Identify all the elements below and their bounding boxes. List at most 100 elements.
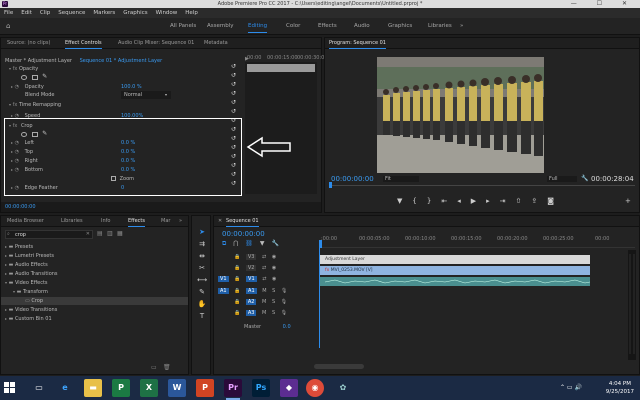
tab-media-browser[interactable]: Media Browser <box>7 216 44 227</box>
breadcrumb-clip[interactable]: Sequence 01 * Adjustment Layer <box>80 58 163 64</box>
file-explorer-icon[interactable]: ▬ <box>84 379 102 397</box>
tree-item[interactable]: ▾ ▬ Transform <box>13 288 48 296</box>
effect-controls-timecode[interactable]: 00:00:00:00 <box>5 204 36 210</box>
32bit-effects-icon[interactable]: ▥ <box>107 230 113 237</box>
menu-sequence[interactable]: Sequence <box>58 8 85 18</box>
microphone-icon[interactable]: 🎙 <box>281 299 287 305</box>
workspace-libraries[interactable]: Libraries <box>428 18 452 35</box>
excel-icon[interactable]: X <box>140 379 158 397</box>
lift-icon[interactable]: ⇧ <box>516 197 522 207</box>
lock-icon[interactable]: 🔒 <box>234 310 240 316</box>
tree-item[interactable]: ▸ ▬ Presets <box>5 243 33 251</box>
linked-selection-icon[interactable]: ⛓ <box>245 240 253 248</box>
tree-item[interactable]: ▸ ▬ Audio Transitions <box>5 270 58 278</box>
workspace-graphics[interactable]: Graphics <box>388 18 412 35</box>
eye-icon[interactable]: ◉ <box>272 254 276 260</box>
mark-in-icon[interactable]: { <box>412 197 416 207</box>
panel-overflow-icon[interactable]: » <box>179 216 182 227</box>
add-button-icon[interactable]: + <box>625 197 631 205</box>
add-marker-icon[interactable]: ▼ <box>397 197 402 207</box>
mute-button[interactable]: M <box>262 288 266 294</box>
track-label[interactable]: A2 <box>245 299 257 305</box>
effects-search-input[interactable]: ⌕ crop ✕ <box>5 230 93 239</box>
premiere-taskbar-icon[interactable]: Pr <box>224 379 242 400</box>
mute-button[interactable]: M <box>262 299 266 305</box>
sync-lock-icon[interactable]: ⇄ <box>262 265 266 271</box>
track-select-tool-icon[interactable]: ⇉ <box>196 238 208 250</box>
workspace-assembly[interactable]: Assembly <box>207 18 234 35</box>
hand-tool-icon[interactable]: ✋ <box>196 298 208 310</box>
home-icon[interactable]: ⌂ <box>6 18 10 35</box>
tab-sequence-01[interactable]: Sequence 01 <box>226 216 259 227</box>
tab-metadata[interactable]: Metadata <box>204 38 228 49</box>
tree-item[interactable]: ▾ ▬ Video Effects <box>5 279 48 287</box>
snap-icon[interactable]: ⋂ <box>233 240 238 248</box>
chevron-down-icon[interactable]: ▾ <box>165 91 167 99</box>
lock-icon[interactable]: 🔒 <box>234 265 240 271</box>
track-label[interactable]: A3 <box>245 310 257 316</box>
type-tool-icon[interactable]: T <box>196 310 208 322</box>
go-to-out-icon[interactable]: ⇥ <box>500 197 506 207</box>
menu-window[interactable]: Window <box>156 8 178 18</box>
nest-icon[interactable]: ⧉ <box>222 240 226 248</box>
clear-search-icon[interactable]: ✕ <box>86 231 90 237</box>
reset-icon[interactable]: ↺ <box>231 107 241 116</box>
adjustment-layer-bar[interactable] <box>247 64 315 72</box>
opacity-header[interactable]: ▾ fx Opacity <box>9 65 38 73</box>
expand-triangle-icon[interactable]: ▾ <box>9 102 11 107</box>
menu-help[interactable]: Help <box>185 8 198 18</box>
tree-item[interactable]: ▸ ▬ Audio Effects <box>5 261 48 269</box>
expand-triangle-icon[interactable]: ▾ <box>9 66 11 71</box>
tab-libraries[interactable]: Libraries <box>61 216 83 227</box>
internet-explorer-icon[interactable]: e <box>56 379 74 397</box>
timeline-timecode[interactable]: 00:00:00:00 <box>222 230 265 238</box>
chrome-icon[interactable]: ◉ <box>306 379 324 397</box>
reset-icon[interactable]: ↺ <box>231 71 241 80</box>
reset-icon[interactable]: ↺ <box>231 80 241 89</box>
tree-item[interactable]: ▸ ▬ Lumetri Presets <box>5 252 54 260</box>
breadcrumb-master[interactable]: Master * Adjustment Layer <box>5 58 72 64</box>
program-scrub-bar[interactable] <box>329 182 635 189</box>
pen-mask-icon[interactable]: ✎ <box>42 73 47 81</box>
window-controls[interactable]: — ☐ ✕ <box>571 0 636 8</box>
expand-triangle-icon[interactable]: ▸ <box>11 84 13 89</box>
tab-effect-controls[interactable]: Effect Controls <box>65 38 102 49</box>
collapsed-triangle-icon[interactable]: ▸ <box>5 244 7 249</box>
workspace-effects[interactable]: Effects <box>318 18 337 35</box>
tab-program-monitor[interactable]: Program: Sequence 01 <box>329 38 386 49</box>
mark-out-icon[interactable]: } <box>427 197 431 207</box>
reset-icon[interactable]: ↺ <box>231 98 241 107</box>
program-timecode[interactable]: 00:00:00:00 <box>331 175 374 183</box>
blend-mode-select[interactable]: Normal <box>121 91 171 99</box>
play-icon[interactable]: ▶ <box>471 197 476 207</box>
rectangle-mask-icon[interactable] <box>31 74 38 80</box>
workspace-editing[interactable]: Editing <box>248 18 268 35</box>
razor-tool-icon[interactable]: ✂ <box>196 262 208 274</box>
lock-icon[interactable]: 🔒 <box>234 288 240 294</box>
tree-item-selected[interactable]: ▭ Crop <box>1 297 188 305</box>
menu-markers[interactable]: Markers <box>93 8 115 18</box>
lock-icon[interactable]: 🔒 <box>234 299 240 305</box>
sync-lock-icon[interactable]: ⇄ <box>262 276 266 282</box>
workspace-all-panels[interactable]: All Panels <box>170 18 196 35</box>
eye-icon[interactable]: ◉ <box>272 276 276 282</box>
menu-edit[interactable]: Edit <box>21 8 32 18</box>
tab-source[interactable]: Source: (no clips) <box>7 38 50 49</box>
step-back-icon[interactable]: ◂ <box>457 197 461 207</box>
mute-button[interactable]: M <box>262 310 266 316</box>
timeline-settings-icon[interactable]: 🔧 <box>271 240 278 248</box>
audio-clip[interactable] <box>320 277 590 286</box>
expanded-triangle-icon[interactable]: ▾ <box>13 289 15 294</box>
track-label[interactable]: A1 <box>246 288 257 294</box>
track-label[interactable]: V2 <box>245 265 257 271</box>
delete-icon[interactable]: 🗑 <box>163 364 171 371</box>
collapsed-triangle-icon[interactable]: ▸ <box>5 262 7 267</box>
taskbar-clock[interactable]: 4:04 PM 9/25/2017 <box>606 380 634 396</box>
fx-icon[interactable]: fx <box>13 66 18 72</box>
timeline-playhead[interactable] <box>319 240 322 248</box>
collapsed-triangle-icon[interactable]: ▸ <box>5 307 7 312</box>
yuv-effects-icon[interactable]: ▦ <box>117 230 123 237</box>
solo-button[interactable]: S <box>272 310 275 316</box>
ripple-edit-tool-icon[interactable]: ⇹ <box>196 250 208 262</box>
tab-info[interactable]: Info <box>101 216 110 227</box>
